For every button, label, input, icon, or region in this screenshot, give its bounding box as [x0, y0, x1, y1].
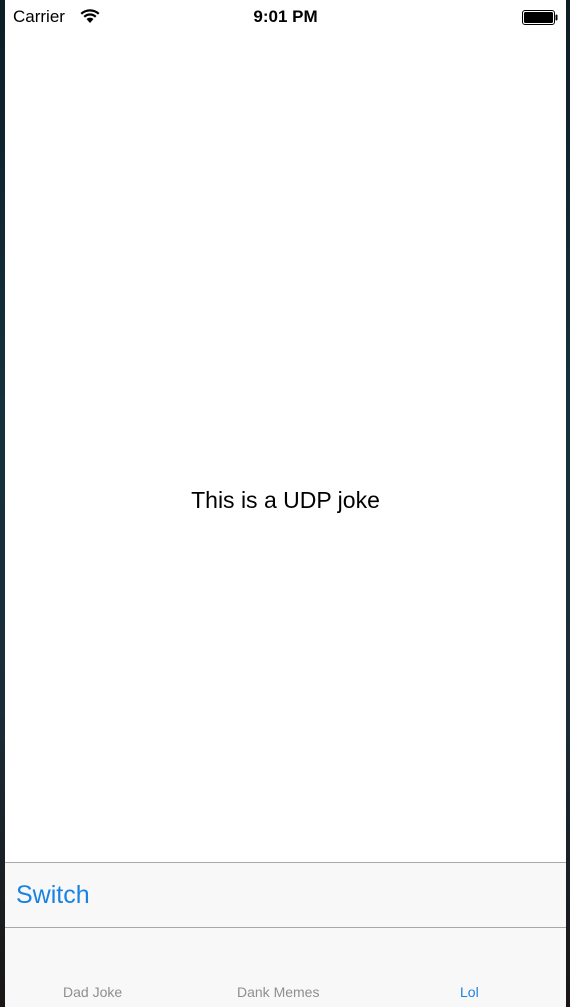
joke-label: This is a UDP joke: [191, 487, 380, 513]
tab-dad-joke[interactable]: Dad Joke: [63, 984, 122, 1000]
status-time: 9:01 PM: [253, 7, 318, 26]
battery-icon: [522, 10, 558, 25]
status-bar: Carrier 9:01 PM: [5, 0, 566, 36]
bottom-toolbar: Switch: [5, 862, 566, 928]
switch-button[interactable]: Switch: [16, 881, 90, 910]
tab-dank-memes[interactable]: Dank Memes: [237, 984, 319, 1000]
tab-bar: Dad Joke Dank Memes Lol: [5, 928, 566, 1007]
simulator-screen: Carrier 9:01 PM This is a UDP joke Switc…: [5, 0, 566, 1007]
tab-lol[interactable]: Lol: [460, 984, 479, 1000]
